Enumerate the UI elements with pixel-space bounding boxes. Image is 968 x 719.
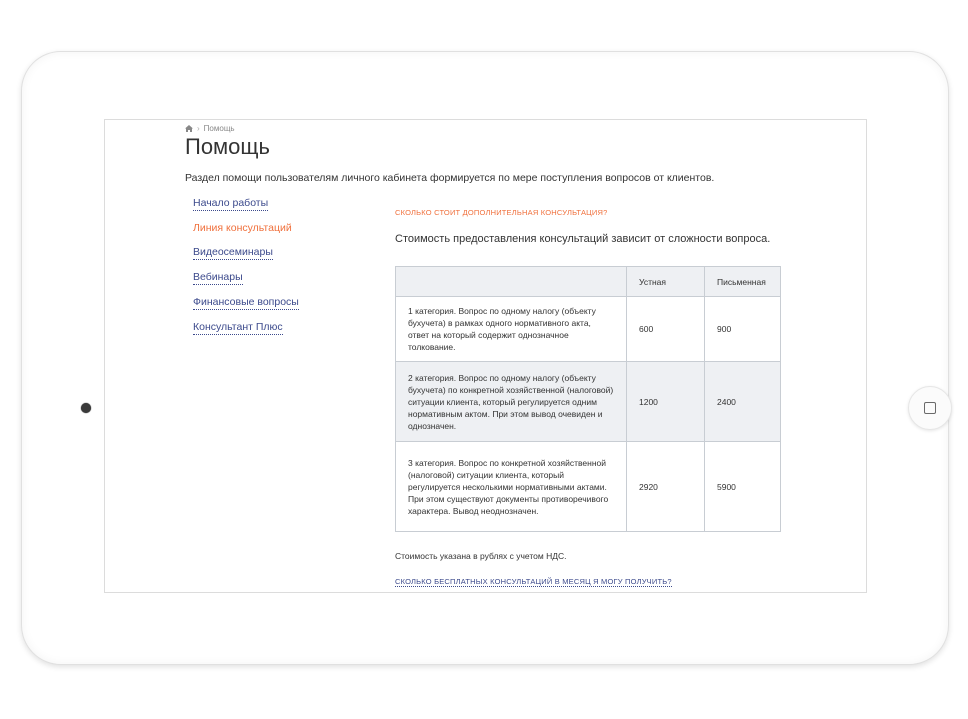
home-icon[interactable] [185,125,193,132]
table-cell-category: 2 категория. Вопрос по одному налогу (об… [395,361,627,442]
sidebar-item-consultation-line[interactable]: Линия консультаций [193,222,292,235]
page-intro: Раздел помощи пользователям личного каби… [185,172,715,184]
sidebar-item-financial-questions[interactable]: Финансовые вопросы [193,296,299,310]
square-icon [924,402,936,414]
sidebar-item-start[interactable]: Начало работы [193,197,269,211]
breadcrumb-current: Помощь [203,124,235,133]
breadcrumb-separator: › [197,124,200,133]
table-cell-oral: 600 [626,296,705,362]
table-header-category [395,266,627,297]
breadcrumb: › Помощь [185,124,235,133]
table-cell-oral: 1200 [626,361,705,442]
price-table: Устная Письменная 1 категория. Вопрос по… [395,266,781,532]
table-cell-oral: 2920 [626,441,705,532]
price-note: Стоимость указана в рублях с учетом НДС. [395,551,567,561]
table-cell-written: 2400 [704,361,781,442]
table-cell-category: 3 категория. Вопрос по конкретной хозяйс… [395,441,627,532]
table-row: 3 категория. Вопрос по конкретной хозяйс… [395,441,781,532]
faq-next-question-link[interactable]: Сколько бесплатных консультаций в месяц … [395,577,672,587]
table-row: 1 категория. Вопрос по одному налогу (об… [395,296,781,362]
faq-answer: Стоимость предоставления консультаций за… [395,233,771,245]
table-cell-written: 5900 [704,441,781,532]
table-header-oral: Устная [626,266,705,297]
help-sidebar: Начало работы Линия консультаций Видеосе… [193,197,299,346]
sidebar-item-webinars[interactable]: Вебинары [193,271,243,285]
table-row: 2 категория. Вопрос по одному налогу (об… [395,361,781,442]
sidebar-item-consultant-plus[interactable]: Консультант Плюс [193,321,283,335]
faq-question-title: Сколько стоит дополнительная консультаци… [395,208,608,217]
camera-icon [81,403,91,413]
table-header-written: Письменная [704,266,781,297]
page-title: Помощь [185,134,270,159]
home-button[interactable] [908,386,952,430]
table-cell-written: 900 [704,296,781,362]
table-cell-category: 1 категория. Вопрос по одному налогу (об… [395,296,627,362]
screen: › Помощь Помощь Раздел помощи пользовате… [104,119,867,593]
sidebar-item-video-seminars[interactable]: Видеосеминары [193,246,273,260]
